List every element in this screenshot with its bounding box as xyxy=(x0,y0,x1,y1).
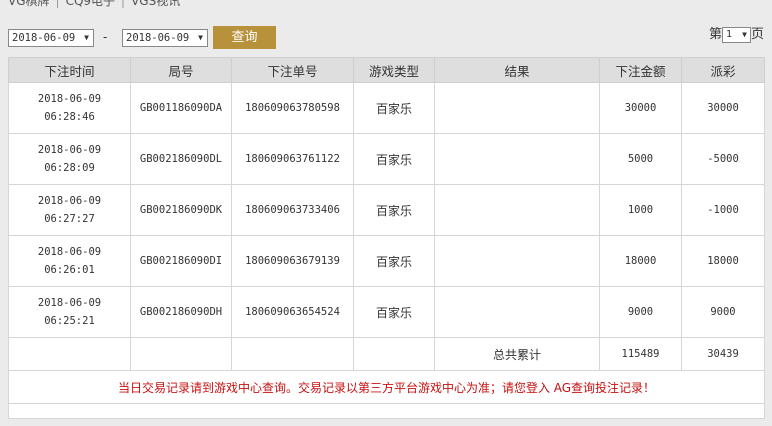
cell-bet-time: 2018-06-09 06:28:46 xyxy=(8,82,131,134)
cell-result xyxy=(434,235,600,287)
cell-bet-no: 180609063761122 xyxy=(231,133,354,185)
spacer-cell xyxy=(8,403,765,419)
empty-cell xyxy=(353,337,435,371)
bet-clock: 06:28:46 xyxy=(44,111,95,123)
cell-game-type: 百家乐 xyxy=(353,133,435,185)
chevron-down-icon: ▼ xyxy=(84,33,89,42)
cell-game-type: 百家乐 xyxy=(353,235,435,287)
cell-result xyxy=(434,286,600,338)
cell-bet-no: 180609063780598 xyxy=(231,82,354,134)
cell-payout: -1000 xyxy=(681,184,765,236)
cell-round-no: GB002186090DK xyxy=(130,184,232,236)
table-row: 2018-06-09 06:28:09 GB002186090DL 1806090… xyxy=(8,133,765,185)
cell-bet-amount: 30000 xyxy=(599,82,682,134)
end-date-select[interactable]: 2018-06-09 ▼ xyxy=(122,29,208,47)
cell-round-no: GB002186090DH xyxy=(130,286,232,338)
bet-clock: 06:27:27 xyxy=(44,213,95,225)
bet-date: 2018-06-09 xyxy=(37,93,102,105)
total-amount: 115489 xyxy=(599,337,682,371)
nav-divider: | xyxy=(121,0,126,8)
header-bet-amount: 下注金额 xyxy=(599,57,682,83)
cell-game-type: 百家乐 xyxy=(353,184,435,236)
cell-result xyxy=(434,82,600,134)
total-payout: 30439 xyxy=(681,337,765,371)
chevron-down-icon: ▼ xyxy=(742,29,747,39)
chevron-down-icon: ▼ xyxy=(198,33,203,42)
bet-date: 2018-06-09 xyxy=(37,246,102,258)
cell-payout: -5000 xyxy=(681,133,765,185)
cell-result xyxy=(434,184,600,236)
pager-prefix: 第 xyxy=(708,27,722,42)
start-date-value: 2018-06-09 xyxy=(12,32,76,44)
cell-result xyxy=(434,133,600,185)
notice-row: 当日交易记录请到游戏中心查询。交易记录以第三方平台游戏中心为准；请您登入 AG查… xyxy=(8,370,765,404)
nav-item-cq9[interactable]: CQ9电子 xyxy=(66,0,115,8)
table-row: 2018-06-09 06:28:46 GB001186090DA 1806090… xyxy=(8,82,765,134)
cell-bet-no: 180609063733406 xyxy=(231,184,354,236)
cell-bet-time: 2018-06-09 06:28:09 xyxy=(8,133,131,185)
cell-game-type: 百家乐 xyxy=(353,286,435,338)
query-button[interactable]: 查询 xyxy=(213,26,276,49)
bet-date: 2018-06-09 xyxy=(37,195,102,207)
end-date-value: 2018-06-09 xyxy=(126,32,190,44)
cell-round-no: GB001186090DA xyxy=(130,82,232,134)
cell-payout: 9000 xyxy=(681,286,765,338)
total-label: 总共累计 xyxy=(434,337,600,371)
start-date-select[interactable]: 2018-06-09 ▼ xyxy=(8,29,94,47)
header-result: 结果 xyxy=(434,57,600,83)
header-bet-no: 下注单号 xyxy=(231,57,354,83)
nav-item-vgs[interactable]: VGS视讯 xyxy=(131,0,180,8)
empty-cell xyxy=(231,337,354,371)
cell-bet-time: 2018-06-09 06:27:27 xyxy=(8,184,131,236)
cell-bet-time: 2018-06-09 06:26:01 xyxy=(8,235,131,287)
header-payout: 派彩 xyxy=(681,57,765,83)
table-row: 2018-06-09 06:27:27 GB002186090DK 1806090… xyxy=(8,184,765,236)
pager-suffix: 页 xyxy=(750,27,764,42)
cell-bet-amount: 5000 xyxy=(599,133,682,185)
bet-clock: 06:25:21 xyxy=(44,315,95,327)
cell-payout: 18000 xyxy=(681,235,765,287)
pager: 第 1 ▼ 页 xyxy=(709,26,764,44)
page-value: 1 xyxy=(725,28,733,40)
cell-payout: 30000 xyxy=(681,82,765,134)
cell-bet-amount: 1000 xyxy=(599,184,682,236)
cell-bet-time: 2018-06-09 06:25:21 xyxy=(8,286,131,338)
empty-cell xyxy=(130,337,232,371)
page-select[interactable]: 1 ▼ xyxy=(721,26,751,43)
bet-clock: 06:26:01 xyxy=(44,264,95,276)
table-row: 2018-06-09 06:26:01 GB002186090DI 1806090… xyxy=(8,235,765,287)
total-row: 总共累计 115489 30439 xyxy=(8,337,765,371)
table-header-row: 下注时间 局号 下注单号 游戏类型 结果 下注金额 派彩 xyxy=(8,57,765,83)
table-row: 2018-06-09 06:25:21 GB002186090DH 1806090… xyxy=(8,286,765,338)
game-nav: VG棋牌 | CQ9电子 | VGS视讯 xyxy=(8,0,180,8)
bet-records-table: 下注时间 局号 下注单号 游戏类型 结果 下注金额 派彩 2018-06-09 0… xyxy=(8,57,765,419)
empty-cell xyxy=(8,337,131,371)
header-bet-time: 下注时间 xyxy=(8,57,131,83)
cell-bet-no: 180609063679139 xyxy=(231,235,354,287)
cell-round-no: GB002186090DI xyxy=(130,235,232,287)
header-round-no: 局号 xyxy=(130,57,232,83)
notice-text: 当日交易记录请到游戏中心查询。交易记录以第三方平台游戏中心为准；请您登入 AG查… xyxy=(8,370,765,404)
bet-date: 2018-06-09 xyxy=(37,297,102,309)
bet-date: 2018-06-09 xyxy=(37,144,102,156)
spacer-row xyxy=(8,403,765,419)
nav-divider: | xyxy=(55,0,60,8)
nav-item-vg[interactable]: VG棋牌 xyxy=(8,0,50,8)
bet-clock: 06:28:09 xyxy=(44,162,95,174)
cell-bet-amount: 9000 xyxy=(599,286,682,338)
cell-round-no: GB002186090DL xyxy=(130,133,232,185)
header-game-type: 游戏类型 xyxy=(353,57,435,83)
cell-game-type: 百家乐 xyxy=(353,82,435,134)
cell-bet-no: 180609063654524 xyxy=(231,286,354,338)
date-range-separator: - xyxy=(103,30,108,44)
cell-bet-amount: 18000 xyxy=(599,235,682,287)
